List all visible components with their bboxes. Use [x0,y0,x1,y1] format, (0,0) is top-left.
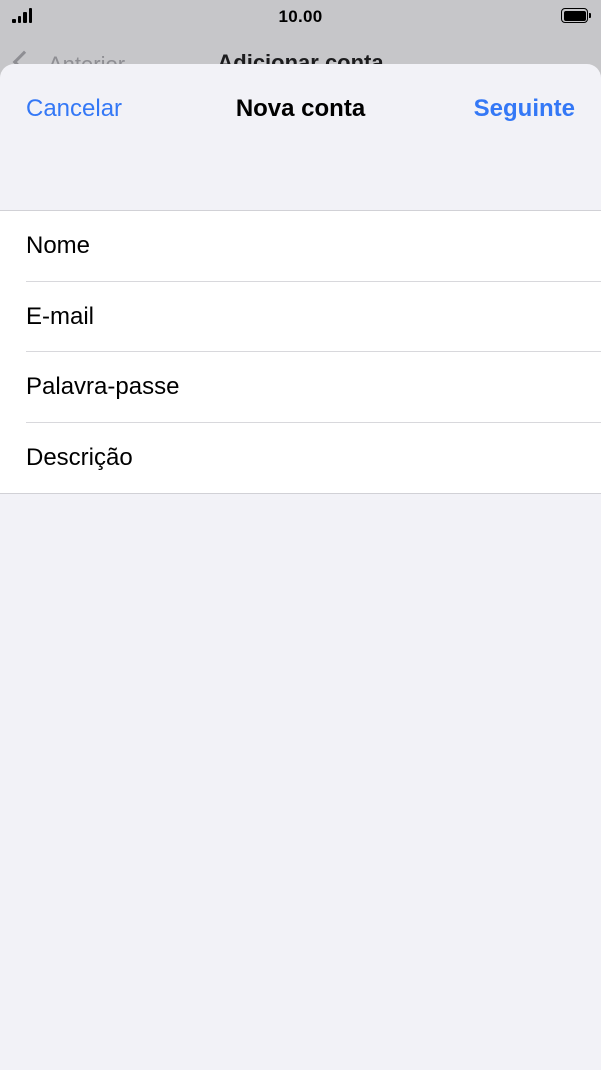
email-field[interactable] [26,302,601,331]
status-bar: 10.00 [0,0,601,34]
new-account-sheet: Cancelar Nova conta Seguinte [0,64,601,1070]
password-field[interactable] [26,373,601,402]
name-field-row[interactable] [0,211,601,282]
description-field[interactable] [26,443,601,472]
sheet-nav-bar: Cancelar Nova conta Seguinte [0,64,601,154]
account-form [0,210,601,494]
status-time: 10.00 [278,7,323,26]
description-field-row[interactable] [0,423,601,494]
name-field[interactable] [26,232,601,261]
signal-bars-icon [12,7,32,23]
email-field-row[interactable] [0,282,601,353]
screen: 10.00 Anterior Adicionar conta Cancelar … [0,0,601,1070]
battery-full-icon [561,8,591,23]
next-button[interactable]: Seguinte [474,95,575,123]
password-field-row[interactable] [0,352,601,423]
